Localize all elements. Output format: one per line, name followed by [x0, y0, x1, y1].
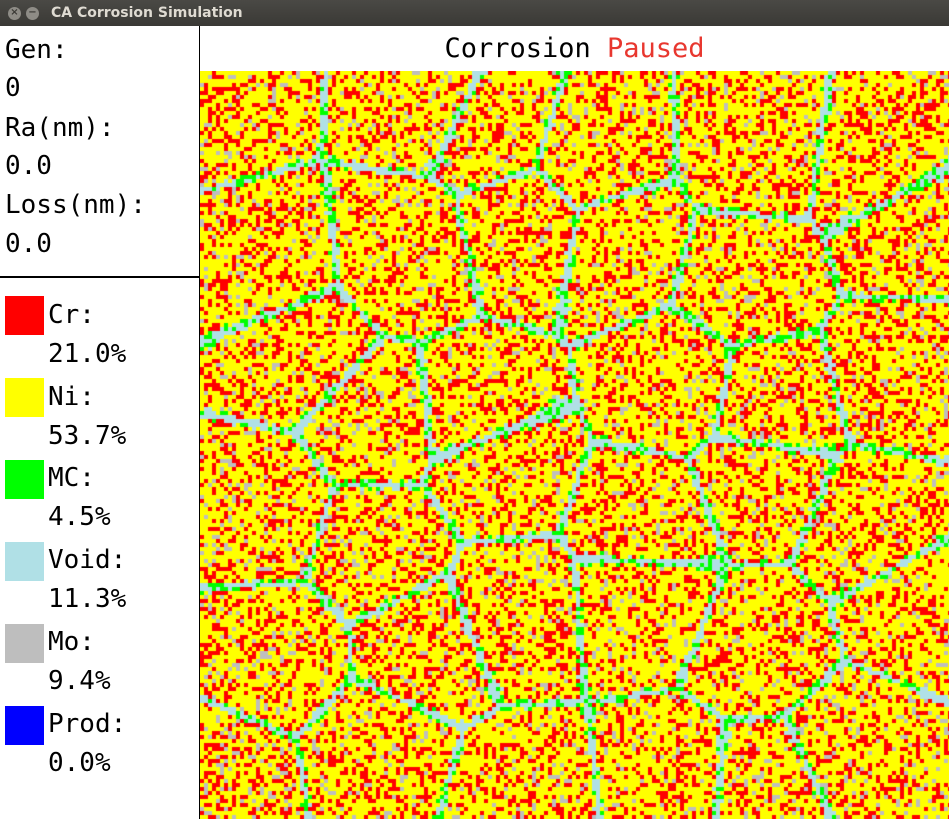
legend-value-void: 11.3% — [48, 584, 127, 614]
legend-swatch-mo — [5, 624, 44, 663]
legend-label-ni: Ni: — [48, 382, 95, 412]
simulation-grid[interactable] — [200, 71, 949, 819]
legend-swatch-mc — [5, 460, 44, 499]
title-bar: × − CA Corrosion Simulation — [0, 0, 949, 26]
legend-value-ni: 53.7% — [48, 421, 127, 451]
legend-value-mo: 9.4% — [48, 666, 111, 696]
app-window: × − CA Corrosion Simulation Gen: 0 Ra(nm… — [0, 0, 949, 819]
gen-label: Gen: — [5, 35, 68, 65]
gen-value: 0 — [5, 73, 21, 103]
legend-label-mc: MC: — [48, 463, 95, 493]
legend-value-mc: 4.5% — [48, 502, 111, 532]
legend-label-cr: Cr: — [48, 300, 95, 330]
legend-swatch-cr — [5, 296, 44, 335]
legend-swatch-prod — [5, 706, 44, 745]
minimize-icon: − — [28, 7, 37, 18]
loss-value: 0.0 — [5, 229, 52, 259]
stats-panel: Gen: 0 Ra(nm): 0.0 Loss(nm): 0.0 — [0, 26, 199, 276]
legend-label-void: Void: — [48, 545, 127, 575]
close-icon: × — [10, 7, 19, 18]
simulation-title: Corrosion Paused — [200, 31, 949, 67]
legend-label-mo: Mo: — [48, 627, 95, 657]
simulation-title-main: Corrosion — [444, 33, 591, 64]
legend-value-prod: 0.0% — [48, 748, 111, 778]
simulation-state: Paused — [607, 33, 705, 64]
panel-divider — [0, 276, 200, 278]
loss-label: Loss(nm): — [5, 190, 146, 220]
minimize-button[interactable]: − — [26, 6, 39, 20]
legend-swatch-void — [5, 542, 44, 581]
ra-value: 0.0 — [5, 151, 52, 181]
close-button[interactable]: × — [8, 6, 21, 20]
legend-value-cr: 21.0% — [48, 339, 127, 369]
legend-label-prod: Prod: — [48, 709, 127, 739]
legend-swatch-ni — [5, 378, 44, 417]
ra-label: Ra(nm): — [5, 113, 115, 143]
simulation-grid-canvas[interactable] — [200, 71, 949, 819]
window-title: CA Corrosion Simulation — [51, 5, 243, 21]
